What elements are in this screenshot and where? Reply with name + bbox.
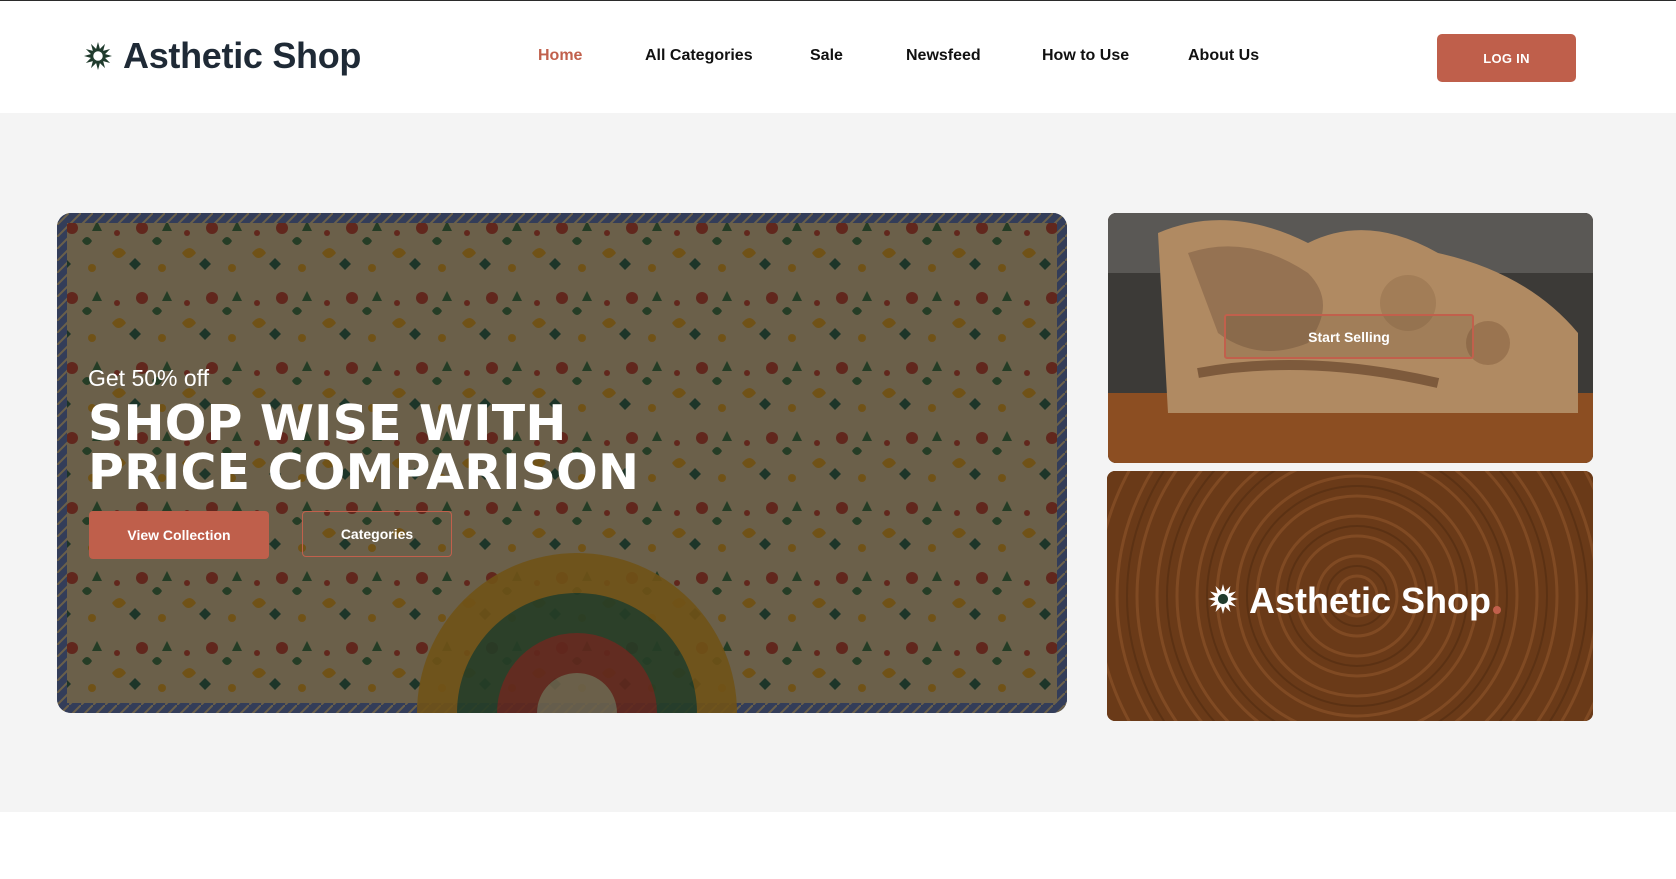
brand-name: Asthetic Shop: [123, 35, 362, 76]
brand-card-name: Asthetic Shop: [1249, 580, 1492, 621]
brand-card-logo: Asthetic Shop: [1207, 580, 1491, 622]
nav-item-how-to-use[interactable]: How to Use: [1042, 47, 1129, 65]
hero-banner: Get 50% off SHOP WISE WITH PRICE COMPARI…: [57, 213, 1067, 713]
nav-item-all-categories[interactable]: All Categories: [645, 47, 753, 65]
hero-headline: SHOP WISE WITH PRICE COMPARISON: [88, 395, 640, 501]
nav-item-newsfeed[interactable]: Newsfeed: [906, 47, 981, 65]
promo-text: Get 50% off: [88, 365, 210, 391]
sun-flower-icon: [83, 41, 113, 71]
site-header: Asthetic Shop Home All Categories Sale N…: [0, 1, 1676, 113]
start-selling-card: Start Selling: [1108, 213, 1593, 463]
nav-item-about-us[interactable]: About Us: [1188, 47, 1259, 65]
login-button[interactable]: LOG IN: [1437, 34, 1576, 82]
accent-dot: [1493, 606, 1501, 614]
nav-item-home[interactable]: Home: [538, 47, 582, 65]
brand-card: Asthetic Shop: [1107, 471, 1593, 721]
nav-item-sale[interactable]: Sale: [810, 47, 843, 65]
start-selling-button[interactable]: Start Selling: [1224, 314, 1474, 359]
view-collection-button[interactable]: View Collection: [89, 511, 269, 559]
brand-logo[interactable]: Asthetic Shop: [83, 35, 361, 77]
categories-button[interactable]: Categories: [302, 511, 452, 557]
sun-flower-icon: [1207, 583, 1239, 620]
